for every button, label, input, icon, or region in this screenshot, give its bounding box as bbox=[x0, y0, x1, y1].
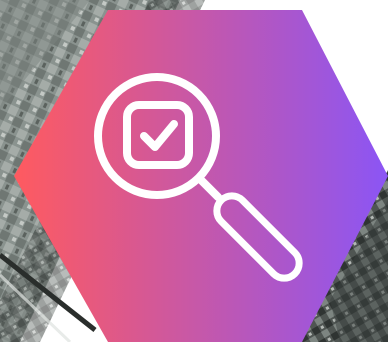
hero-graphic bbox=[0, 0, 388, 342]
graphic-canvas bbox=[0, 0, 388, 342]
